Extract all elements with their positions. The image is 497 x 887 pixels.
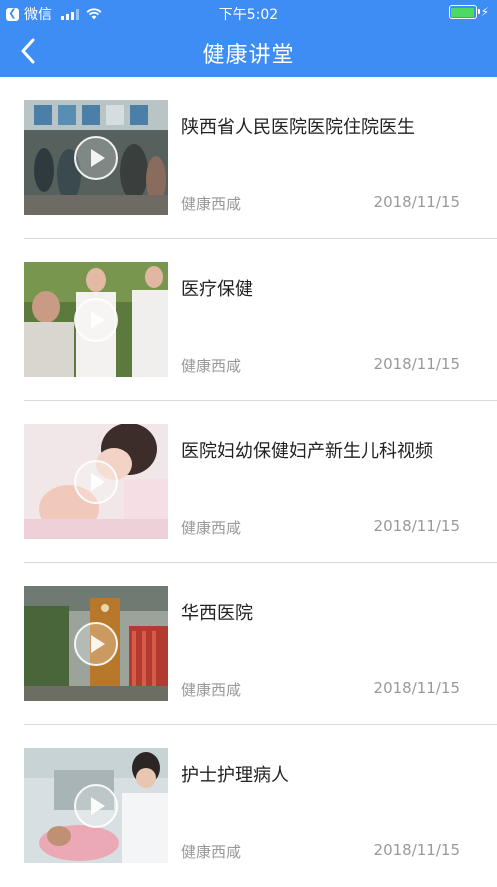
video-thumbnail[interactable] xyxy=(24,586,168,701)
play-icon[interactable] xyxy=(73,783,119,829)
item-date: 2018/11/15 xyxy=(373,841,460,859)
list-item[interactable]: 医院妇幼保健妇产新生儿科视频 健康西咸 2018/11/15 xyxy=(0,401,497,563)
list-item[interactable]: 华西医院 健康西咸 2018/11/15 xyxy=(0,563,497,725)
status-bar: ❮ 微信 下午5:02 ⚡ xyxy=(0,0,497,25)
item-title[interactable]: 护士护理病人 xyxy=(181,761,289,787)
list-item[interactable]: 医疗保健 健康西咸 2018/11/15 xyxy=(0,239,497,401)
item-source: 健康西咸 xyxy=(181,357,242,375)
item-title[interactable]: 华西医院 xyxy=(181,599,253,625)
battery-icon xyxy=(448,5,480,19)
navigation-bar: 健康讲堂 xyxy=(0,25,497,77)
play-icon[interactable] xyxy=(73,297,119,343)
list-item[interactable]: 护士护理病人 健康西咸 2018/11/15 xyxy=(0,725,497,887)
item-title[interactable]: 陕西省人民医院医院住院医生 xyxy=(181,113,415,139)
video-thumbnail[interactable] xyxy=(24,748,168,863)
item-date: 2018/11/15 xyxy=(373,355,460,373)
page-title: 健康讲堂 xyxy=(202,43,295,68)
item-source: 健康西咸 xyxy=(181,681,242,699)
clock: 下午5:02 xyxy=(218,7,279,23)
item-source: 健康西咸 xyxy=(181,843,242,861)
status-right: ⚡ xyxy=(448,5,489,19)
video-thumbnail[interactable] xyxy=(24,100,168,215)
list-item[interactable]: 陕西省人民医院医院住院医生 健康西咸 2018/11/15 xyxy=(0,77,497,239)
video-thumbnail[interactable] xyxy=(24,424,168,539)
play-icon[interactable] xyxy=(73,621,119,667)
item-source: 健康西咸 xyxy=(181,519,242,537)
item-title[interactable]: 医院妇幼保健妇产新生儿科视频 xyxy=(181,437,433,463)
item-title[interactable]: 医疗保健 xyxy=(181,275,253,301)
item-source: 健康西咸 xyxy=(181,195,242,213)
video-list: 陕西省人民医院医院住院医生 健康西咸 2018/11/15 医疗保健 健康西咸 xyxy=(0,77,497,887)
item-date: 2018/11/15 xyxy=(373,193,460,211)
play-icon[interactable] xyxy=(73,135,119,181)
charging-icon: ⚡ xyxy=(480,5,489,19)
play-icon[interactable] xyxy=(73,459,119,505)
item-date: 2018/11/15 xyxy=(373,517,460,535)
video-thumbnail[interactable] xyxy=(24,262,168,377)
item-date: 2018/11/15 xyxy=(373,679,460,697)
